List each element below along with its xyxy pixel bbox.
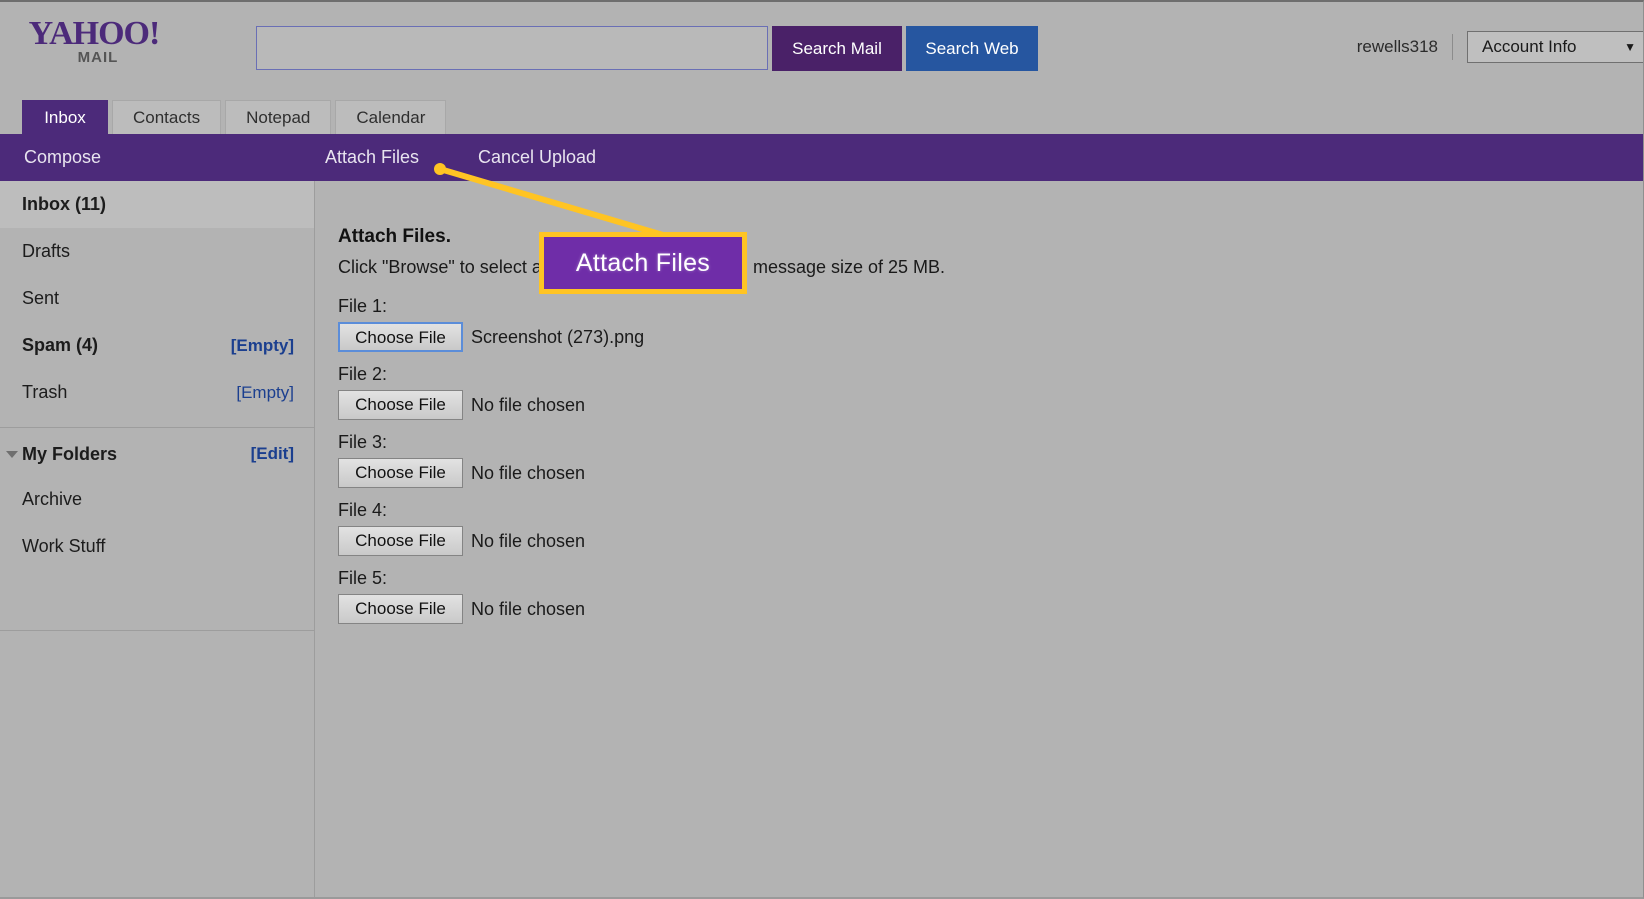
triangle-collapse-icon[interactable]	[6, 451, 18, 458]
divider	[0, 630, 314, 631]
divider	[0, 427, 314, 428]
choose-file-button[interactable]: Choose File	[338, 526, 463, 556]
file-input-5[interactable]: Choose File No file chosen	[338, 594, 1643, 624]
account-area: rewells318 Account Info ▼	[1356, 24, 1643, 70]
callout-badge: Attach Files	[539, 232, 747, 294]
choose-file-button[interactable]: Choose File	[338, 390, 463, 420]
page-title: Attach Files.	[338, 226, 451, 247]
my-folders-label: My Folders	[22, 443, 118, 464]
file-label: File 2:	[338, 364, 388, 384]
chevron-down-icon: ▼	[1624, 40, 1636, 54]
sidebar-item-label: Inbox (11)	[22, 194, 107, 214]
file-status-text: Screenshot (273).png	[471, 326, 645, 347]
logo-wordmark: YAHOO!	[28, 15, 161, 52]
choose-file-button[interactable]: Choose File	[338, 594, 463, 624]
sidebar-item-archive[interactable]: Archive	[0, 476, 314, 523]
action-toolbar: Compose Attach Files Cancel Upload	[0, 134, 1643, 181]
file-input-2[interactable]: Choose File No file chosen	[338, 390, 1643, 420]
file-row: File 3: Choose File No file chosen	[338, 432, 1643, 488]
divider	[1452, 34, 1453, 60]
file-status-text: No file chosen	[471, 530, 586, 551]
sidebar-item-label: Sent	[22, 288, 60, 308]
file-status-text: No file chosen	[471, 462, 586, 483]
yahoo-mail-page: YAHOO! MAIL Search Mail Search Web rewel…	[0, 0, 1644, 899]
sidebar-item-label: Spam (4)	[22, 335, 99, 355]
compose-button[interactable]: Compose	[24, 147, 101, 168]
sidebar-item-work-stuff[interactable]: Work Stuff	[0, 523, 314, 570]
page-header: YAHOO! MAIL Search Mail Search Web rewel…	[0, 2, 1643, 94]
file-row: File 4: Choose File No file chosen	[338, 500, 1643, 556]
file-status-text: No file chosen	[471, 394, 586, 415]
sidebar-item-trash[interactable]: Trash [Empty]	[0, 369, 314, 416]
file-input-3[interactable]: Choose File No file chosen	[338, 458, 1643, 488]
tab-notepad[interactable]: Notepad	[225, 100, 332, 135]
instructions-text: Click "Browse" to select a file to attac…	[338, 257, 946, 277]
file-label: File 1:	[338, 296, 388, 316]
file-status-text: No file chosen	[471, 598, 586, 619]
file-row: File 5: Choose File No file chosen	[338, 568, 1643, 624]
logo-product-name: MAIL	[77, 49, 119, 66]
edit-folders-link[interactable]: [Edit]	[251, 444, 294, 464]
sidebar-item-spam[interactable]: Spam (4) [Empty]	[0, 322, 314, 369]
sidebar-item-label: Work Stuff	[22, 536, 106, 556]
empty-spam-link[interactable]: [Empty]	[231, 336, 294, 356]
tab-label: Notepad	[246, 108, 311, 127]
cancel-upload-button[interactable]: Cancel Upload	[478, 147, 596, 168]
account-info-dropdown[interactable]: Account Info ▼	[1467, 31, 1643, 63]
tab-inbox[interactable]: Inbox	[22, 100, 108, 135]
file-input-1[interactable]: Choose File Screenshot (273).png	[338, 322, 1643, 352]
file-label: File 3:	[338, 432, 388, 452]
sidebar-item-label: Archive	[22, 489, 83, 509]
file-label: File 4:	[338, 500, 388, 520]
tab-label: Calendar	[356, 108, 426, 127]
my-folders-header[interactable]: My Folders [Edit]	[0, 432, 314, 476]
attach-files-panel: Attach Files. Click "Browse" to select a…	[316, 181, 1643, 897]
choose-file-button[interactable]: Choose File	[338, 458, 463, 488]
file-row: File 1: Choose File Screenshot (273).png	[338, 296, 1643, 352]
folder-sidebar: Inbox (11) Drafts Sent Spam (4) [Empty] …	[0, 181, 315, 897]
sidebar-item-label: Drafts	[22, 241, 71, 261]
sidebar-item-inbox[interactable]: Inbox (11)	[0, 181, 314, 228]
search-web-button[interactable]: Search Web	[906, 26, 1038, 71]
tab-contacts[interactable]: Contacts	[112, 100, 222, 135]
attach-files-button[interactable]: Attach Files	[325, 147, 419, 168]
file-label: File 5:	[338, 568, 388, 588]
search-mail-button[interactable]: Search Mail	[772, 26, 902, 71]
tab-label: Inbox	[44, 108, 86, 127]
primary-tabs: Inbox Contacts Notepad Calendar	[0, 99, 447, 135]
choose-file-button[interactable]: Choose File	[338, 322, 463, 352]
sidebar-item-label: Trash	[22, 382, 68, 402]
empty-trash-link[interactable]: [Empty]	[236, 383, 294, 403]
file-input-4[interactable]: Choose File No file chosen	[338, 526, 1643, 556]
yahoo-mail-logo[interactable]: YAHOO! MAIL	[24, 16, 164, 66]
tab-calendar[interactable]: Calendar	[335, 100, 447, 135]
file-row: File 2: Choose File No file chosen	[338, 364, 1643, 420]
account-info-label: Account Info	[1482, 37, 1577, 56]
tab-label: Contacts	[133, 108, 201, 127]
username-label: rewells318	[1356, 37, 1438, 56]
sidebar-item-sent[interactable]: Sent	[0, 275, 314, 322]
search-input[interactable]	[256, 26, 768, 70]
callout-label: Attach Files	[575, 248, 711, 277]
sidebar-item-drafts[interactable]: Drafts	[0, 228, 314, 275]
